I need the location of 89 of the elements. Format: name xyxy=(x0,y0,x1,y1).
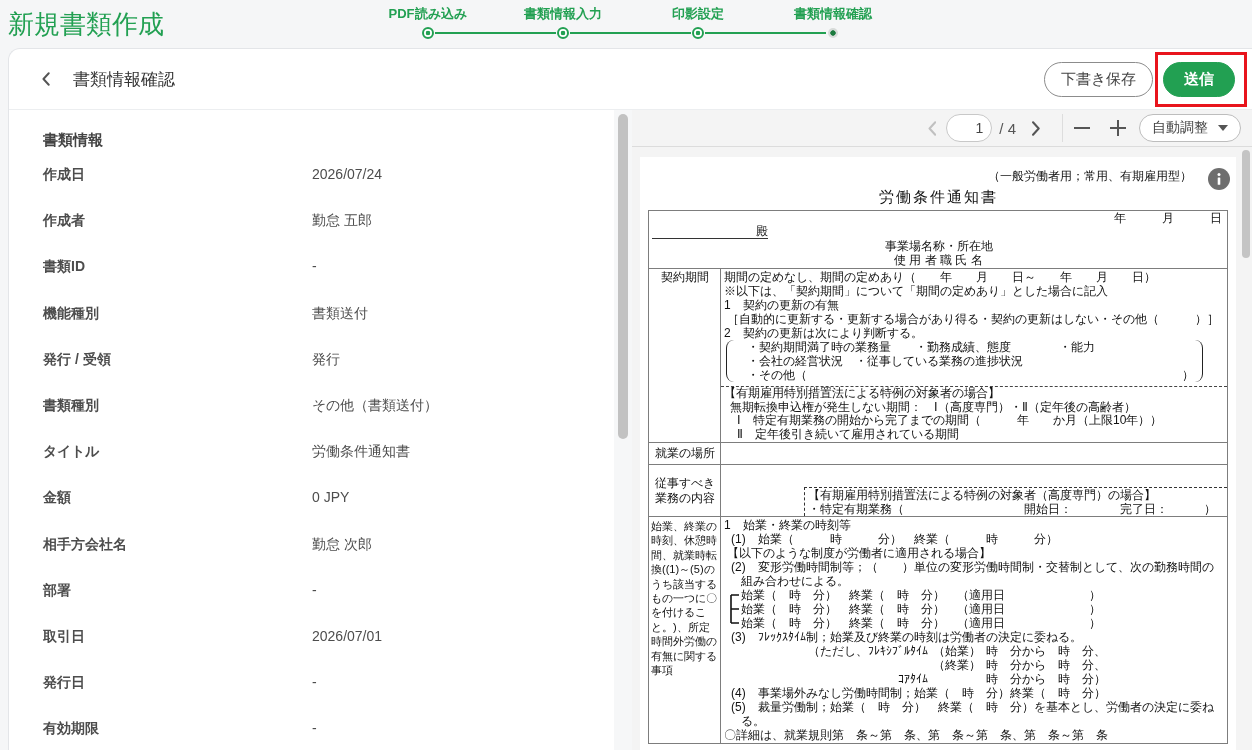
document-text: （終業） xyxy=(933,658,981,672)
field-value: 勤怠 五郎 xyxy=(312,211,372,231)
document-text: 無期転換申込権が発生しない期間： Ⅰ（高度専門）・Ⅱ（定年後の高齢者） xyxy=(730,400,1136,414)
document-text: 時 分から 時 分、 xyxy=(986,644,1106,658)
field-label: 書類ID xyxy=(43,258,85,275)
field-label: 書類種別 xyxy=(43,396,99,413)
field-value: - xyxy=(312,580,317,600)
page-total: / 4 xyxy=(999,119,1016,137)
step-label: PDF読み込み xyxy=(388,5,467,23)
document-text: ・特定有期業務（ 開始日： 完了日： ） xyxy=(808,502,1216,516)
document-text: (3) ﾌﾚｯｸｽﾀｲﾑ制；始業及び終業の時刻は労働者の決定に委ねる。 xyxy=(731,630,1082,644)
page-title: 書類情報確認 xyxy=(73,68,175,91)
document-text: 始業（ 時 分） 終業（ 時 分） （適用日 ） xyxy=(741,602,1101,616)
document-text: 時 分から 時 分） xyxy=(986,672,1106,686)
field-label: 取引日 xyxy=(43,627,85,644)
document-text: 時 分から 時 分、 xyxy=(986,658,1106,672)
field-label: タイトル xyxy=(43,443,99,460)
document-text: 事業場名称・所在地 xyxy=(884,239,993,253)
document-text: （始業） xyxy=(933,644,981,658)
document-text: (5) 裁量労働制；始業（ 時 分） 終業（ 時 分）を基本とし、労働者の決定に委ねる。 xyxy=(731,700,1215,728)
document-text: 【以下のような制度が労働者に適用される場合】 xyxy=(727,546,991,560)
document-text: (2) 変形労働時間制等；（ ）単位の変形労働時間制・交替制として、次の勤務時間の組み合わせによる。 xyxy=(731,560,1215,588)
row-heading: 契約期間 xyxy=(660,270,709,284)
document-text: ） xyxy=(1182,368,1194,382)
document-text: (1) 始業（ 時 分） 終業（ 時 分） xyxy=(731,532,1058,546)
field-label: 発行 / 受領 xyxy=(43,350,111,367)
chevron-left-icon xyxy=(42,72,50,86)
document-text: ・その他（ xyxy=(747,368,807,382)
plus-icon xyxy=(1110,120,1126,136)
document-text: ｺｱﾀｲﾑ xyxy=(898,672,928,686)
document-text: 【有期雇用特別措置法による特例の対象者（高度専門）の場合】 xyxy=(808,489,1156,503)
document-text: ※以下は、「契約期間」について「期間の定めあり」とした場合に記入 xyxy=(724,284,1108,298)
document-text: 年 月 日 xyxy=(1114,211,1222,225)
field-value: - xyxy=(312,673,317,693)
zoom-select[interactable]: 自動調整 xyxy=(1139,114,1241,142)
app-title: 新規書類作成 xyxy=(8,8,164,40)
document-text: 期間の定めなし、期間の定めあり（ 年 月 日～ 年 月 日） xyxy=(724,270,1156,284)
document-text: 始業（ 時 分） 終業（ 時 分） （適用日 ） xyxy=(741,616,1101,630)
field-label: 部署 xyxy=(43,581,71,598)
section-title: 書類情報 xyxy=(43,130,103,150)
field-label: 機能種別 xyxy=(43,304,99,321)
save-draft-button[interactable]: 下書き保存 xyxy=(1044,61,1153,97)
row-heading: 始業、終業の時刻、休憩時間、就業時転換((1)～(5)のうち該当するもの一つに〇を付けること。)、所定時間外労働の有無に関する事項 xyxy=(651,519,718,678)
chevron-right-icon xyxy=(1031,120,1041,136)
field-value: 書類送付 xyxy=(312,303,368,323)
field-label: 発行日 xyxy=(43,674,85,691)
field-value: その他（書類送付） xyxy=(312,395,438,415)
document-text: （一般労働者用；常用、有期雇用型） xyxy=(988,169,1192,184)
document-text: ［自動的に更新する・更新する場合があり得る・契約の更新はしない・その他（ ）］ xyxy=(727,312,1219,326)
document-title: 労働条件通知書 xyxy=(878,188,998,206)
step-label: 書類情報確認 xyxy=(793,5,872,23)
row-heading: 就業の場所 xyxy=(654,446,715,461)
document-text: （ただし、ﾌﾚｷｼﾌﾞﾙﾀｲﾑ xyxy=(808,644,928,658)
document-text: Ⅱ 定年後引き続いて雇用されている期間 xyxy=(737,427,959,441)
document-text: 殿 xyxy=(756,224,768,239)
field-label: 有効期限 xyxy=(43,720,99,737)
scrollbar-thumb[interactable] xyxy=(1242,150,1250,258)
document-text: 1 契約の更新の有無 xyxy=(724,298,839,312)
step-label: 書類情報入力 xyxy=(523,5,602,23)
step-label: 印影設定 xyxy=(671,5,724,23)
field-value: 勤怠 次郎 xyxy=(312,534,372,554)
field-value: 2026/07/24 xyxy=(312,165,383,184)
caret-down-icon xyxy=(1218,125,1228,131)
field-value: 2026/07/01 xyxy=(312,626,383,646)
field-value: - xyxy=(312,257,317,277)
chevron-left-icon xyxy=(928,120,937,136)
document-text: 【有期雇用特別措置法による特例の対象者の場合】 xyxy=(724,387,1000,401)
document-text: Ⅰ 特定有期業務の開始から完了までの期間（ 年 か月（上限10年）） xyxy=(737,414,1163,428)
field-label: 作成日 xyxy=(43,166,85,182)
minus-icon xyxy=(1074,127,1090,129)
info-icon[interactable] xyxy=(1208,168,1230,190)
document-text: ・契約期間満了時の業務量 ・勤務成績、態度 ・能力 xyxy=(747,340,1095,354)
field-value: 0 JPY xyxy=(312,488,350,508)
field-value: 発行 xyxy=(312,349,340,369)
field-label: 金額 xyxy=(43,489,71,506)
document-text: 2 契約の更新は次により判断する。 xyxy=(724,326,923,340)
document-text: 始業（ 時 分） 終業（ 時 分） （適用日 ） xyxy=(741,588,1101,602)
document-text: 〇詳細は、就業規則第 条～第 条、第 条～第 条、第 条～第 条 xyxy=(724,728,1108,742)
field-value: 労働条件通知書 xyxy=(312,442,410,462)
scrollbar-thumb[interactable] xyxy=(618,114,628,439)
field-label: 作成者 xyxy=(43,212,85,229)
row-heading: 従事すべき業務の内容 xyxy=(653,475,716,506)
document-text: ・会社の経営状況 ・従事している業務の進捗状況 xyxy=(747,354,1023,368)
document-text: 使 用 者 職 氏 名 xyxy=(894,253,983,267)
document-text: 1 始業・終業の時刻等 xyxy=(724,518,851,532)
field-label: 相手方会社名 xyxy=(43,535,127,552)
document-text: (4) 事業場外みなし労働時間制；始業（ 時 分）終業（ 時 分） xyxy=(731,686,1106,700)
field-value: - xyxy=(312,719,317,739)
page-input[interactable]: 1 xyxy=(946,114,993,142)
